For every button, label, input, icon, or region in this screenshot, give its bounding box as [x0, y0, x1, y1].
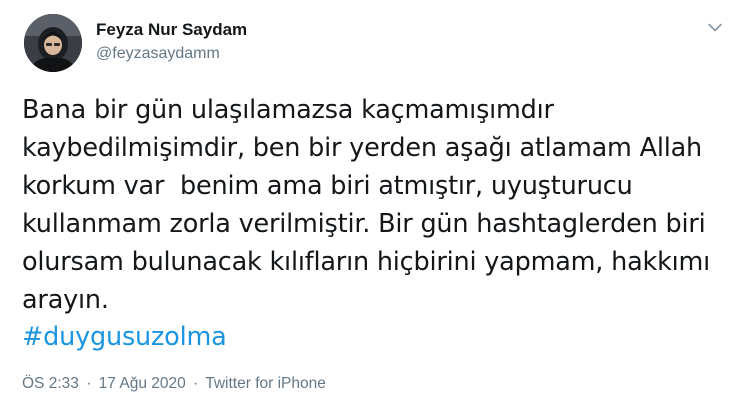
chevron-down-icon	[708, 23, 722, 31]
meta-separator: ·	[193, 375, 199, 392]
tweet-text-line: kullanmam zorla verilmiştir. Bir gün has…	[22, 209, 706, 239]
tweet-menu-button[interactable]	[704, 16, 726, 38]
author-handle[interactable]: @feyzasaydamm	[96, 45, 220, 63]
tweet-text-line: arayın.	[22, 285, 109, 315]
tweet-card: Feyza Nur Saydam @feyzasaydamm Bana bir …	[0, 0, 740, 407]
tweet-text-line: kaybedilmişimdir, ben bir yerden aşağı a…	[22, 133, 702, 163]
author-name[interactable]: Feyza Nur Saydam	[96, 20, 247, 40]
tweet-date[interactable]: 17 Ağu 2020	[99, 375, 186, 392]
tweet-text-line: korkum var benim ama biri atmıştır, uyuş…	[22, 171, 633, 201]
avatar[interactable]	[24, 14, 82, 72]
meta-separator: ·	[86, 375, 92, 392]
tweet-time[interactable]: ÖS 2:33	[22, 375, 79, 392]
tweet-source[interactable]: Twitter for iPhone	[205, 375, 326, 392]
tweet-text: Bana bir gün ulaşılamazsa kaçmamışımdır …	[22, 91, 722, 319]
tweet-meta: ÖS 2:33 · 17 Ağu 2020 · Twitter for iPho…	[22, 375, 326, 393]
tweet-text-line: olursam bulunacak kılıfların hiçbirini y…	[22, 247, 711, 277]
tweet-text-line: Bana bir gün ulaşılamazsa kaçmamışımdır	[22, 95, 554, 125]
profile-photo-icon	[24, 14, 82, 72]
hashtag-link[interactable]: #duygusuzolma	[22, 319, 227, 355]
